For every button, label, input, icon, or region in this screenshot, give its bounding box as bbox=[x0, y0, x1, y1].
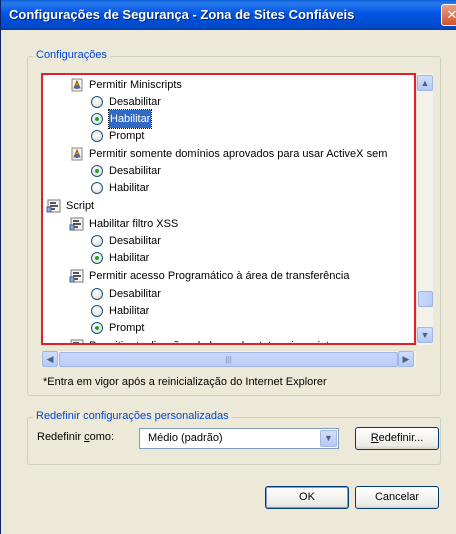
settings-legend: Configurações bbox=[33, 49, 110, 61]
chevron-down-icon[interactable]: ▼ bbox=[320, 430, 337, 447]
settings-tree[interactable]: Permitir Miniscripts Desabilitar Habilit… bbox=[41, 73, 416, 345]
vertical-scrollbar[interactable]: ▲ ▼ bbox=[416, 73, 433, 345]
cancel-button[interactable]: Cancelar bbox=[355, 486, 439, 509]
radio-button[interactable] bbox=[91, 305, 103, 317]
security-settings-dialog: Configurações de Segurança - Zona de Sit… bbox=[0, 0, 456, 534]
horizontal-scrollbar[interactable]: ◀ ||| ▶ bbox=[41, 350, 416, 367]
activex-setting-icon bbox=[71, 78, 83, 92]
horizontal-scroll-thumb[interactable]: ||| bbox=[59, 352, 398, 367]
radio-button[interactable] bbox=[91, 322, 103, 334]
radio-button[interactable] bbox=[91, 235, 103, 247]
radio-button[interactable] bbox=[91, 182, 103, 194]
window-title: Configurações de Segurança - Zona de Sit… bbox=[9, 7, 355, 22]
restart-note: *Entra em vigor após a reinicialização d… bbox=[43, 376, 327, 388]
radio-button[interactable] bbox=[91, 165, 103, 177]
radio-button[interactable] bbox=[91, 252, 103, 264]
scroll-down-button[interactable]: ▼ bbox=[417, 327, 433, 343]
reset-level-value: Médio (padrão) bbox=[148, 432, 223, 444]
radio-button[interactable] bbox=[91, 113, 103, 125]
activex-setting-icon bbox=[71, 147, 83, 161]
reset-to-label: Redefinir como: bbox=[37, 431, 115, 443]
script-setting-icon bbox=[69, 269, 84, 283]
vertical-scroll-thumb[interactable] bbox=[418, 291, 433, 307]
reset-button[interactable]: Redefinir... bbox=[355, 427, 439, 450]
radio-button[interactable] bbox=[91, 288, 103, 300]
scroll-right-button[interactable]: ▶ bbox=[398, 351, 414, 367]
scroll-left-button[interactable]: ◀ bbox=[42, 351, 58, 367]
script-category-icon bbox=[46, 199, 61, 213]
reset-level-select[interactable]: Médio (padrão) ▼ bbox=[139, 428, 339, 449]
script-setting-icon bbox=[70, 339, 84, 345]
reset-legend: Redefinir configurações personalizadas bbox=[33, 410, 232, 422]
scroll-up-button[interactable]: ▲ bbox=[417, 75, 433, 91]
ok-button[interactable]: OK bbox=[265, 486, 349, 509]
radio-button[interactable] bbox=[91, 130, 103, 142]
script-setting-icon bbox=[69, 217, 84, 231]
close-button[interactable]: ✕ bbox=[441, 4, 456, 26]
radio-button[interactable] bbox=[91, 96, 103, 108]
title-bar[interactable]: Configurações de Segurança - Zona de Sit… bbox=[1, 0, 456, 30]
